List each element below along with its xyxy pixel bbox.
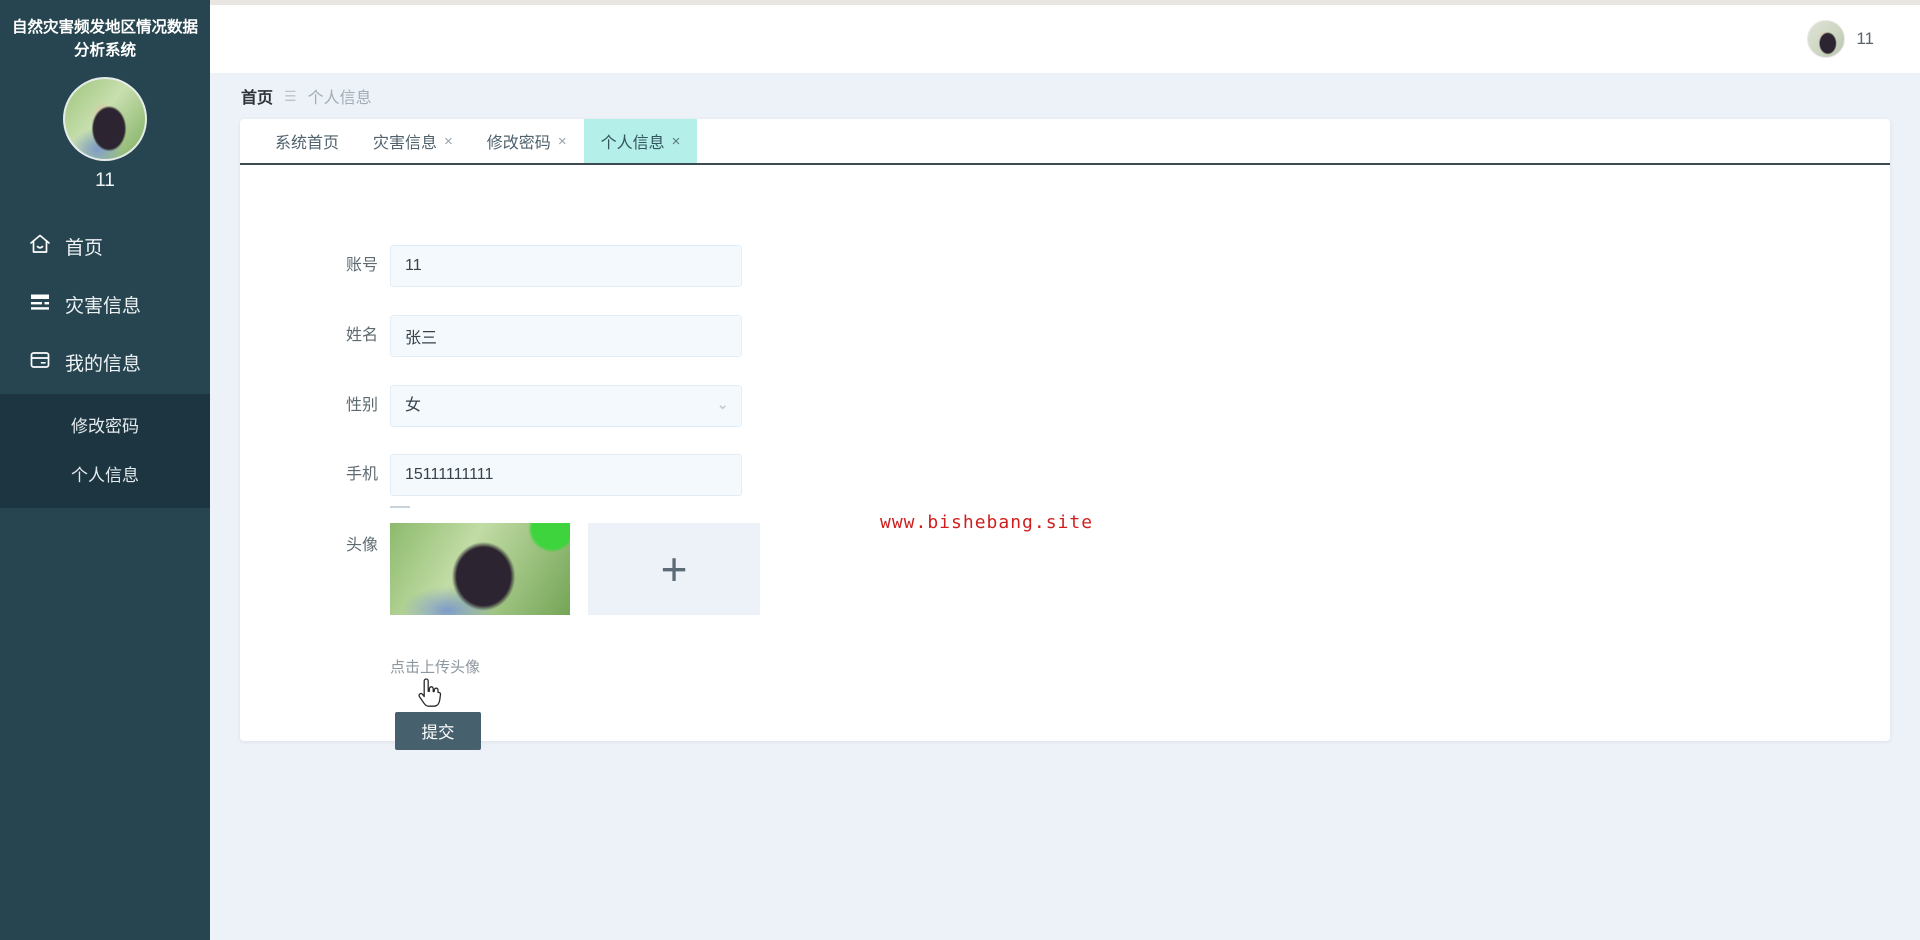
breadcrumb-separator-icon: ☰ bbox=[284, 87, 297, 104]
watermark-text: www.bishebang.site bbox=[880, 512, 1094, 533]
plus-icon: + bbox=[660, 543, 688, 595]
close-icon[interactable]: × bbox=[672, 134, 681, 149]
sidebar-subitem-personal-info[interactable]: 个人信息 bbox=[0, 451, 210, 500]
header-user-menu[interactable]: 11 bbox=[1807, 20, 1874, 58]
name-input[interactable] bbox=[390, 315, 742, 357]
sidebar: 自然灾害频发地区情况数据分析系统 11 首页 灾害信息 我的信息 修改密码 个人… bbox=[0, 0, 210, 940]
sidebar-item-home[interactable]: 首页 bbox=[0, 218, 210, 276]
gender-label: 性别 bbox=[345, 397, 378, 414]
gender-select[interactable]: 女 ⌄ bbox=[390, 385, 742, 427]
tab-label: 系统首页 bbox=[275, 135, 340, 152]
breadcrumb-current: 个人信息 bbox=[307, 90, 372, 107]
divider bbox=[390, 506, 410, 508]
header-avatar[interactable] bbox=[1807, 20, 1846, 58]
top-header: 11 bbox=[210, 5, 1920, 73]
tab-bar: 系统首页 灾害信息 × 修改密码 × 个人信息 × bbox=[240, 119, 1890, 165]
tab-change-password[interactable]: 修改密码 × bbox=[470, 119, 584, 163]
breadcrumb: 首页 ☰ 个人信息 bbox=[210, 73, 1920, 119]
sidebar-username: 11 bbox=[95, 169, 115, 191]
tab-label: 灾害信息 bbox=[373, 135, 438, 152]
avatar-preview-image[interactable] bbox=[390, 523, 570, 615]
sidebar-submenu: 修改密码 个人信息 bbox=[0, 393, 210, 508]
breadcrumb-home[interactable]: 首页 bbox=[241, 84, 273, 108]
sidebar-item-disaster-info[interactable]: 灾害信息 bbox=[0, 276, 210, 334]
name-label: 姓名 bbox=[345, 327, 378, 344]
header-username: 11 bbox=[1856, 29, 1874, 48]
sidebar-nav: 首页 灾害信息 我的信息 修改密码 个人信息 bbox=[0, 218, 210, 508]
sidebar-item-my-info[interactable]: 我的信息 bbox=[0, 334, 210, 392]
content-card: 系统首页 灾害信息 × 修改密码 × 个人信息 × 账号 姓名 性别 bbox=[240, 119, 1890, 750]
close-icon[interactable]: × bbox=[558, 134, 567, 149]
chevron-down-icon: ⌄ bbox=[716, 396, 729, 413]
sidebar-item-label: 我的信息 bbox=[65, 354, 142, 375]
list-icon bbox=[28, 290, 52, 320]
home-icon bbox=[28, 232, 52, 262]
tab-label: 个人信息 bbox=[600, 135, 665, 152]
tab-system-home[interactable]: 系统首页 bbox=[258, 119, 356, 163]
tab-disaster-info[interactable]: 灾害信息 × bbox=[356, 119, 470, 163]
app-title: 自然灾害频发地区情况数据分析系统 bbox=[11, 19, 198, 60]
upload-hint: 点击上传头像 bbox=[390, 659, 481, 676]
personal-info-form: 账号 姓名 性别 女 ⌄ 手机 头像 + 点击上传头像 提交 bbox=[240, 165, 1890, 750]
sidebar-item-label: 灾害信息 bbox=[65, 296, 142, 317]
gender-value: 女 bbox=[405, 397, 422, 414]
avatar-upload-button[interactable]: + bbox=[588, 523, 760, 615]
avatar-label: 头像 bbox=[345, 537, 378, 554]
sidebar-subitem-change-password[interactable]: 修改密码 bbox=[0, 402, 210, 451]
main-area: 11 首页 ☰ 个人信息 系统首页 灾害信息 × 修改密码 × 个人信息 × 账… bbox=[210, 0, 1920, 940]
tab-personal-info[interactable]: 个人信息 × bbox=[583, 119, 698, 163]
tab-label: 修改密码 bbox=[486, 135, 551, 152]
close-icon[interactable]: × bbox=[444, 134, 453, 149]
card-icon bbox=[28, 348, 52, 378]
submit-button[interactable]: 提交 bbox=[395, 712, 481, 750]
phone-label: 手机 bbox=[345, 466, 378, 483]
user-avatar bbox=[63, 76, 147, 161]
phone-input[interactable] bbox=[390, 454, 742, 496]
account-label: 账号 bbox=[345, 257, 378, 274]
sidebar-item-label: 首页 bbox=[65, 238, 104, 259]
account-input[interactable] bbox=[390, 245, 742, 287]
